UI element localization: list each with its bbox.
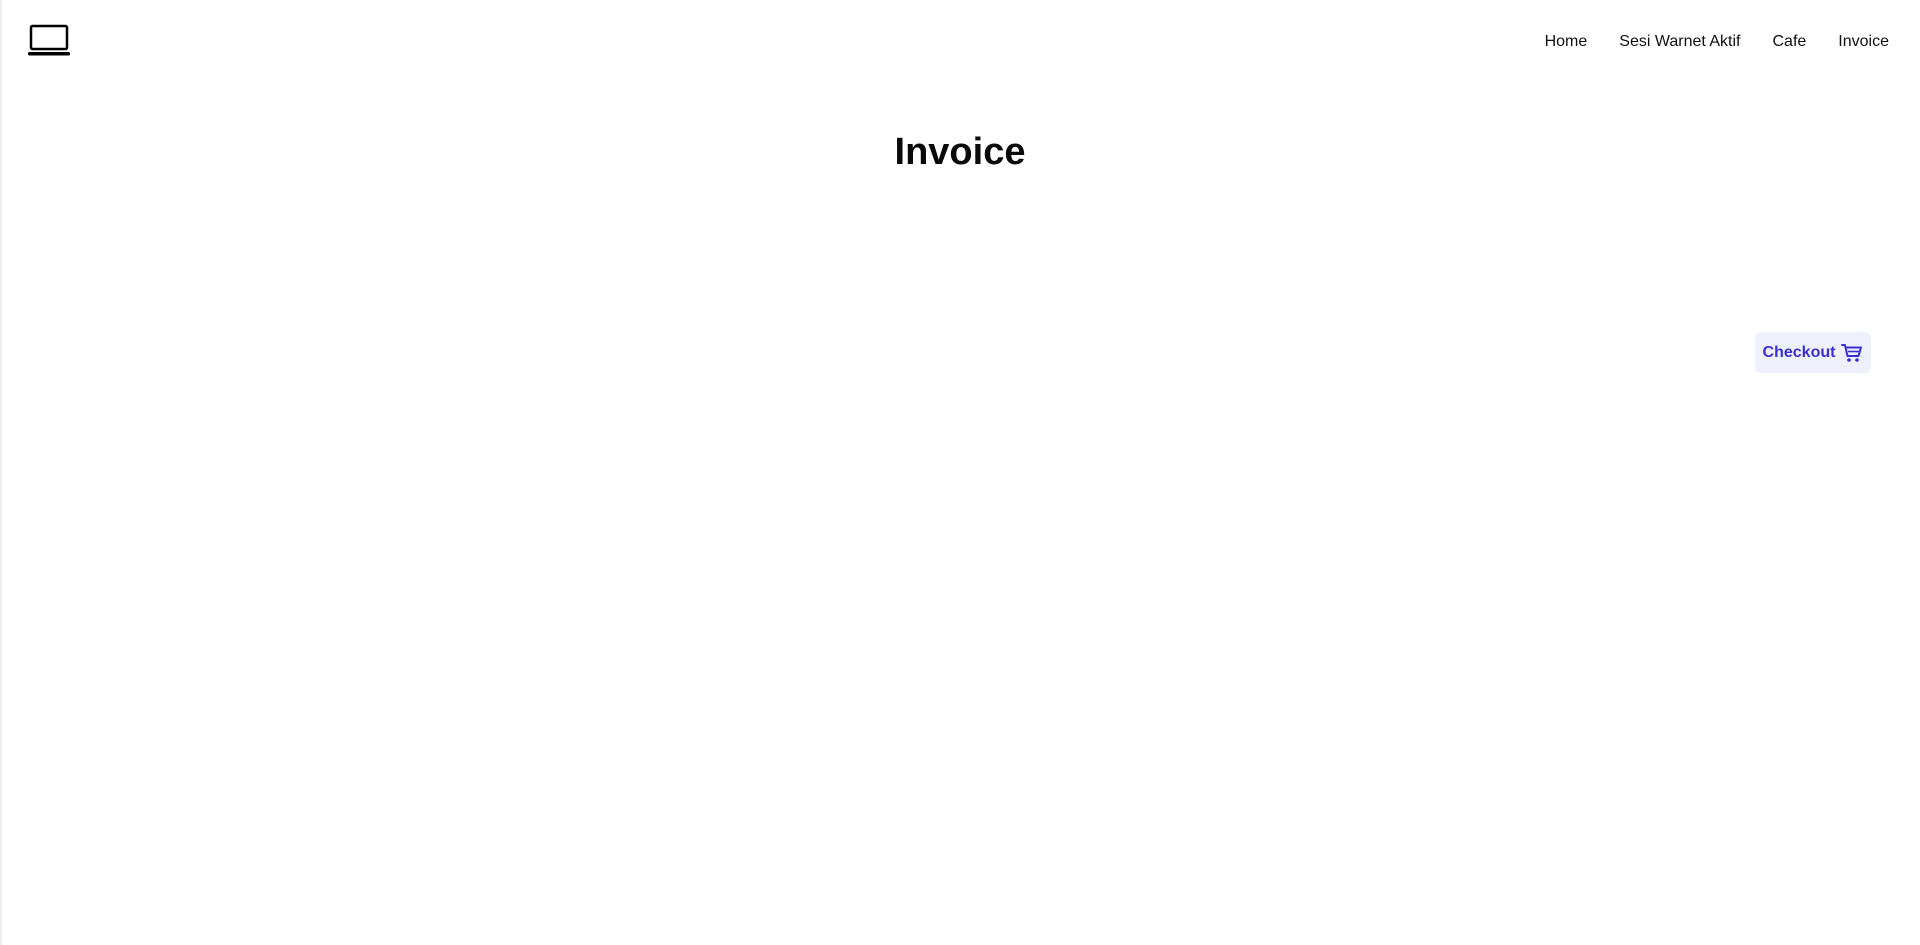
nav-link-sesi-warnet-aktif[interactable]: Sesi Warnet Aktif [1619, 33, 1740, 51]
nav-link-home[interactable]: Home [1545, 33, 1588, 51]
top-navbar: Home Sesi Warnet Aktif Cafe Invoice [0, 0, 1920, 82]
cart-icon [1841, 343, 1863, 363]
checkout-button[interactable]: Checkout [1755, 332, 1871, 373]
page-title: Invoice [894, 131, 1026, 173]
checkout-label: Checkout [1762, 343, 1836, 361]
nav-link-cafe[interactable]: Cafe [1773, 33, 1807, 51]
nav-link-invoice[interactable]: Invoice [1838, 33, 1889, 51]
page: Home Sesi Warnet Aktif Cafe Invoice Invo… [0, 0, 1920, 945]
laptop-icon[interactable] [28, 24, 70, 58]
nav-links: Home Sesi Warnet Aktif Cafe Invoice [1545, 30, 1889, 54]
